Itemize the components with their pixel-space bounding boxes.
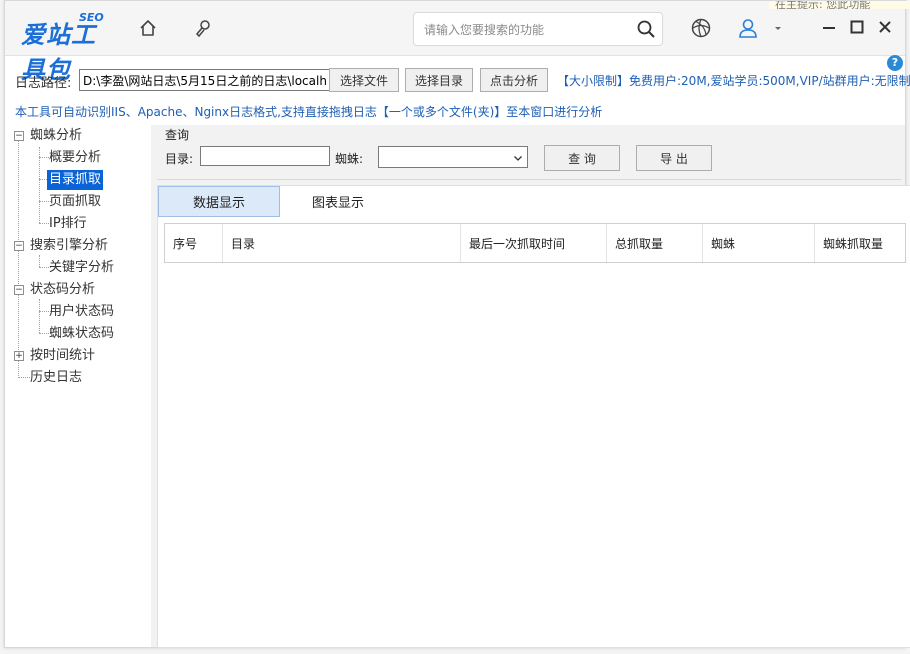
logo-seo-badge: SEO <box>79 11 104 24</box>
app-logo[interactable]: 爱站工具包 SEO <box>19 11 119 84</box>
search-icon[interactable] <box>634 17 658 41</box>
column-header[interactable]: 序号 <box>165 224 223 262</box>
help-description: 本工具可自动识别IIS、Apache、Nginx日志格式,支持直接拖拽日志【一个… <box>15 105 603 119</box>
minimize-button[interactable] <box>819 17 839 37</box>
log-path-row: 日志路径: 选择文件 选择目录 点击分析 【大小限制】免费用户:20M,爱站学员… <box>5 65 910 95</box>
log-path-label: 日志路径: <box>15 76 72 91</box>
select-dir-button[interactable]: 选择目录 <box>405 68 473 92</box>
tree-toggle-by-time[interactable]: + <box>14 351 24 361</box>
tree-item-spider-analysis[interactable]: 蜘蛛分析 <box>28 126 84 146</box>
tree-item-status-code[interactable]: 状态码分析 <box>28 280 97 300</box>
dir-input[interactable] <box>200 146 330 166</box>
data-table: 序号 目录 最后一次抓取时间 总抓取量 蜘蛛 蜘蛛抓取量 <box>164 223 906 263</box>
maximize-button[interactable] <box>847 17 867 37</box>
tree-item-dir-crawl[interactable]: 目录抓取 <box>47 170 104 190</box>
spider-select[interactable] <box>378 146 528 168</box>
search-input[interactable] <box>422 19 626 41</box>
close-button[interactable] <box>875 17 895 37</box>
log-path-input[interactable] <box>79 69 331 91</box>
tree-item-overview[interactable]: 概要分析 <box>47 148 103 168</box>
size-limit-text: 【大小限制】免费用户:20M,爱站学员:500M,VIP/站群用户:无限制 <box>557 74 910 88</box>
chevron-down-icon[interactable] <box>771 15 785 41</box>
tools-icon[interactable] <box>191 15 217 41</box>
select-file-button[interactable]: 选择文件 <box>329 68 399 92</box>
app-window: 在主提示: 您此功能 爱站工具包 SEO 请输入您要搜索的功能 ? 日志路径: … <box>4 0 910 648</box>
column-header[interactable]: 蜘蛛抓取量 <box>815 224 905 262</box>
tree-item-search-engine[interactable]: 搜索引擎分析 <box>28 236 110 256</box>
tab-data-display[interactable]: 数据显示 <box>158 186 280 217</box>
query-button[interactable]: 查 询 <box>544 145 620 171</box>
tree-toggle-spider[interactable]: − <box>14 131 24 141</box>
tree-item-ip-rank[interactable]: IP排行 <box>47 214 89 234</box>
ball-icon[interactable] <box>688 15 714 41</box>
chevron-down-icon <box>513 152 523 166</box>
analyze-button[interactable]: 点击分析 <box>480 68 548 92</box>
data-table-area: 序号 目录 最后一次抓取时间 总抓取量 蜘蛛 蜘蛛抓取量 <box>157 217 910 648</box>
tree-item-keyword[interactable]: 关键字分析 <box>47 258 116 278</box>
tree-toggle-search-engine[interactable]: − <box>14 241 24 251</box>
column-header[interactable]: 目录 <box>223 224 461 262</box>
tree-toggle-status-code[interactable]: − <box>14 285 24 295</box>
main-content: 查询 目录: 蜘蛛: 查 询 导 出 数据显示 图表显示 序号 目录 最后一次抓… <box>151 125 910 648</box>
query-panel: 查询 目录: 蜘蛛: 查 询 导 出 <box>157 125 901 180</box>
column-header[interactable]: 总抓取量 <box>607 224 703 262</box>
view-tabs: 数据显示 图表显示 <box>157 185 910 219</box>
export-button[interactable]: 导 出 <box>636 145 712 171</box>
column-header[interactable]: 蜘蛛 <box>703 224 815 262</box>
user-icon[interactable] <box>735 15 761 41</box>
title-bar: 在主提示: 您此功能 爱站工具包 SEO <box>5 1 910 84</box>
tree-item-spider-status[interactable]: 蜘蛛状态码 <box>47 324 116 344</box>
tree-item-history[interactable]: 历史日志 <box>28 368 84 388</box>
dir-label: 目录: <box>165 152 194 166</box>
query-legend: 查询 <box>165 128 190 142</box>
spider-label: 蜘蛛: <box>335 152 364 166</box>
corner-tip: 在主提示: 您此功能 <box>769 1 910 9</box>
tree-item-user-status[interactable]: 用户状态码 <box>47 302 116 322</box>
home-icon[interactable] <box>135 15 161 41</box>
search-box <box>413 12 663 46</box>
tree-item-page-crawl[interactable]: 页面抓取 <box>47 192 103 212</box>
column-header[interactable]: 最后一次抓取时间 <box>461 224 607 262</box>
tab-chart-display[interactable]: 图表显示 <box>280 186 396 217</box>
nav-tree: − 蜘蛛分析 概要分析 目录抓取 页面抓取 IP排行 − 搜索引擎分析 关键字分… <box>5 125 151 645</box>
tree-item-by-time[interactable]: 按时间统计 <box>28 346 97 366</box>
